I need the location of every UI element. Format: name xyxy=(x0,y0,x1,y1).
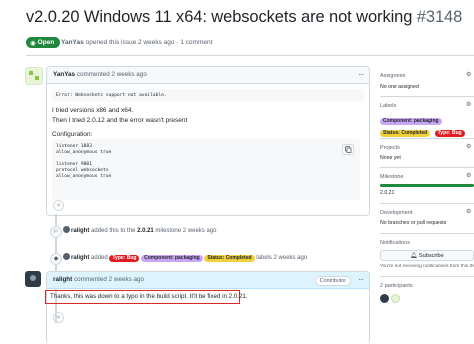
comment-author-link[interactable]: ralight xyxy=(53,276,72,283)
sidebar-divider xyxy=(380,276,474,277)
kebab-menu-icon[interactable]: ··· xyxy=(358,275,364,284)
sidebar-divider xyxy=(380,138,474,139)
code-block: Error: Websockets support not available. xyxy=(52,89,364,102)
avatar[interactable] xyxy=(25,271,41,287)
copy-icon[interactable] xyxy=(342,144,354,155)
label-status-completed[interactable]: Status: Completed xyxy=(204,255,255,262)
smiley-icon[interactable]: ☺ xyxy=(53,200,64,211)
comment-text: Then I tried 2.0.12 and the error wasn't… xyxy=(52,117,188,124)
notifications-heading: Notifications xyxy=(380,240,410,246)
comment-author-link[interactable]: YanYas xyxy=(53,71,75,78)
smiley-icon[interactable]: ☺ xyxy=(53,312,64,323)
comment-text: I tried versions x86 and x64. xyxy=(52,107,134,114)
projects-value: None yet xyxy=(380,155,401,161)
milestone-link[interactable]: 2.0.21 xyxy=(137,228,154,234)
milestone-icon: ⚐ xyxy=(50,226,62,238)
sidebar-divider xyxy=(380,203,474,204)
development-value: No branches or pull requests xyxy=(380,220,447,226)
comment-text: Configuration: xyxy=(52,131,93,138)
labels-list: Component: packaging Status: Completed T… xyxy=(380,113,474,137)
avatar[interactable] xyxy=(25,67,43,85)
label-type-bug[interactable]: Type: Bug xyxy=(109,255,140,262)
kebab-menu-icon[interactable]: ··· xyxy=(358,70,364,79)
label-component-packaging[interactable]: Component: packaging xyxy=(380,118,442,125)
participant-avatar[interactable] xyxy=(380,294,389,303)
issue-title-text: v2.0.20 Windows 11 x64: websockets are n… xyxy=(26,8,413,26)
participant-avatar[interactable] xyxy=(391,294,400,303)
sidebar-divider xyxy=(380,96,474,97)
code-block: listener 1883 allow_anonymous true liste… xyxy=(52,139,360,200)
notifications-note: You're not receiving notifications from … xyxy=(380,264,474,269)
event-actor-link[interactable]: ralight xyxy=(71,255,89,261)
subscribe-button[interactable]: 🔔︎ Subscribe xyxy=(380,250,474,261)
label-component-packaging[interactable]: Component: packaging xyxy=(141,255,203,262)
development-heading: Development xyxy=(380,210,413,216)
gear-icon[interactable]: ⚙ xyxy=(466,173,472,179)
gear-icon[interactable]: ⚙ xyxy=(466,102,472,108)
issue-opened-icon: ◉ xyxy=(30,39,36,47)
bell-icon: 🔔︎ xyxy=(410,253,418,259)
assignees-heading: Assignees xyxy=(380,73,406,79)
projects-heading: Projects xyxy=(380,145,400,151)
comment-text: Thanks, this was down to a typo in the b… xyxy=(50,293,248,300)
comment-box: ralight commented 2 weeks ago Contributo… xyxy=(46,271,370,344)
header-divider xyxy=(26,55,474,56)
status-badge: ◉ Open xyxy=(26,37,61,48)
comment-header: YanYas commented 2 weeks ago xyxy=(47,67,369,84)
timeline-event: ralight added Type: Bug Component: packa… xyxy=(63,253,307,263)
milestone-link[interactable]: 2.0.21 xyxy=(380,190,394,196)
gear-icon[interactable]: ⚙ xyxy=(466,144,472,150)
issue-author-link[interactable]: YanYas xyxy=(61,39,84,46)
sidebar-divider xyxy=(380,167,474,168)
assignees-value: No one assigned xyxy=(380,84,419,90)
contributor-badge: Contributor xyxy=(314,276,351,286)
label-status-completed[interactable]: Status: Completed xyxy=(380,130,431,137)
gear-icon[interactable]: ⚙ xyxy=(466,72,472,78)
issue-number: #3148 xyxy=(416,8,463,26)
label-type-bug[interactable]: Type: Bug xyxy=(434,130,465,137)
issue-title: v2.0.20 Windows 11 x64: websockets are n… xyxy=(26,8,462,27)
event-actor-link[interactable]: ralight xyxy=(71,228,89,234)
milestone-heading: Milestone xyxy=(380,174,404,180)
avatar[interactable] xyxy=(63,253,70,260)
avatar[interactable] xyxy=(63,226,70,233)
sidebar-divider xyxy=(380,233,474,234)
issue-meta: YanYas opened this issue 2 weeks ago · 1… xyxy=(61,39,213,46)
comment-box: YanYas commented 2 weeks ago ··· Error: … xyxy=(46,66,370,216)
tag-icon: ◆ xyxy=(50,253,62,265)
milestone-progress-bar xyxy=(380,184,474,187)
participants-heading: 2 participants xyxy=(380,283,413,289)
timeline-event: ralight added this to the 2.0.21 milesto… xyxy=(63,226,216,236)
gear-icon[interactable]: ⚙ xyxy=(466,209,472,215)
labels-heading: Labels xyxy=(380,103,397,109)
